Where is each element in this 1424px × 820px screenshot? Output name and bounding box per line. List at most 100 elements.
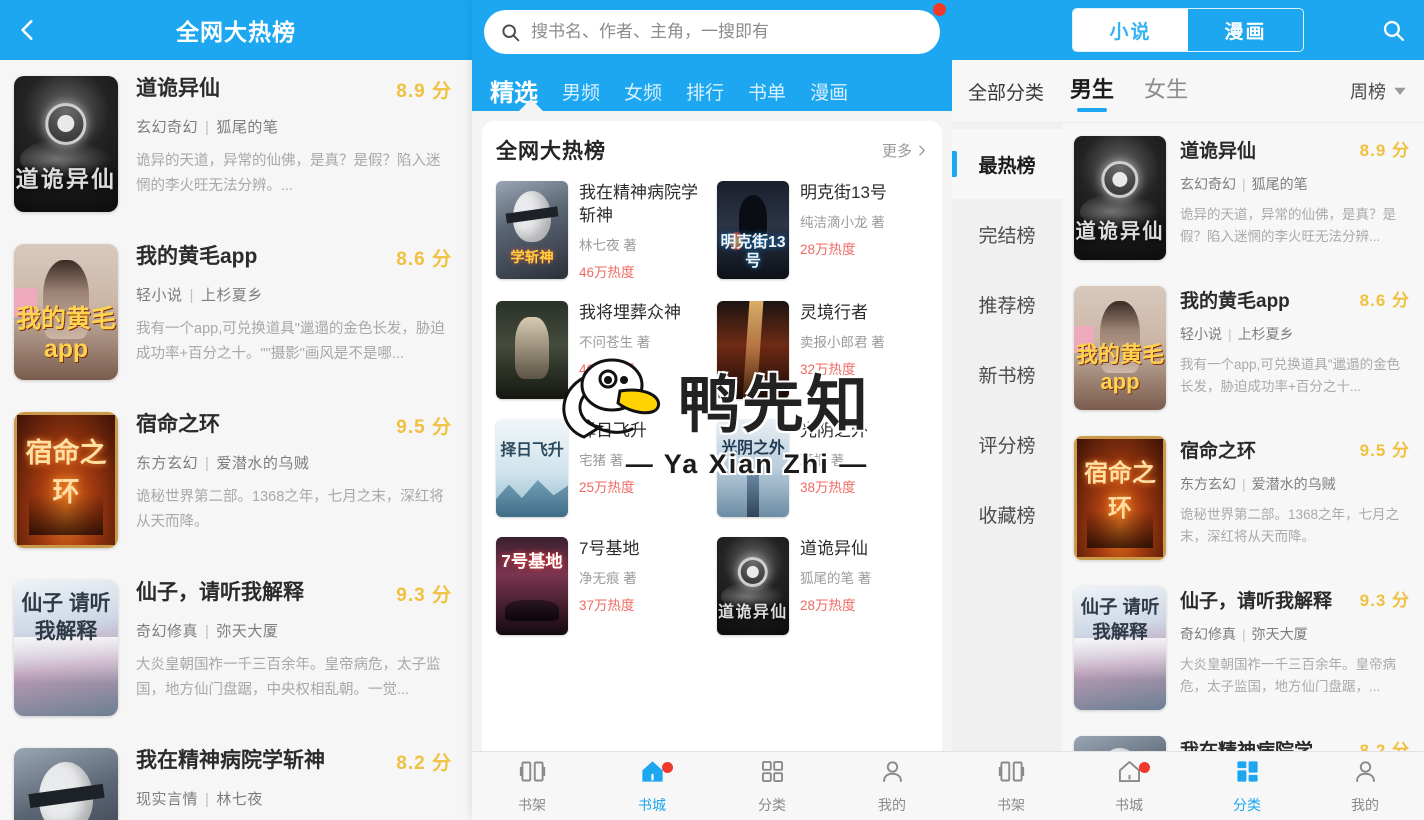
center-nav-分类[interactable]: 分类 [712, 758, 832, 815]
right-search-button[interactable] [1381, 0, 1406, 60]
book-cover[interactable]: 择日飞升 [496, 419, 568, 517]
hot-list-item[interactable]: 学斩神 我在精神病院学斩神 林七夜 著 46万热度 [496, 173, 707, 289]
right-nav-书架[interactable]: 书架 [952, 758, 1070, 815]
hot-list-item[interactable]: 道诡异仙 道诡异仙 狐尾的笔 著 28万热度 [717, 529, 928, 643]
book-cover[interactable]: 仙子 请听我解释 [14, 580, 118, 716]
hot-list-item[interactable]: 光阴之外 光阴之外 耳根 著 38万热度 [717, 411, 928, 525]
rank-tab-4[interactable]: 评分榜 [952, 409, 1062, 479]
user-icon [1352, 758, 1379, 790]
book-cover[interactable]: 我的黄毛app [1074, 286, 1166, 410]
book-description: 诡异的天道，异常的仙佛，是真？是假？陷入迷惘的李火旺无法分辨。... [136, 153, 441, 194]
rank-tab-3[interactable]: 新书榜 [952, 339, 1062, 409]
cover-title-text: 道诡异仙 [1075, 220, 1165, 243]
book-cover[interactable]: 道诡异仙 [1074, 136, 1166, 260]
gender-tab-male[interactable]: 男生 [1070, 72, 1114, 110]
book-cover[interactable]: 仙子 请听我解释 [1074, 586, 1166, 710]
book-cover[interactable] [717, 301, 789, 399]
period-selector[interactable]: 周榜 [1350, 78, 1408, 104]
gender-tab-female[interactable]: 女生 [1144, 72, 1188, 110]
book-score: 9.5 分 [396, 417, 452, 438]
hot-list-more-button[interactable]: 更多 [882, 140, 928, 161]
book-cover[interactable]: 道诡异仙 [717, 537, 789, 635]
book-cover[interactable]: 我的黄毛app [14, 244, 118, 380]
left-book-item[interactable]: 学斩神我在精神病院学斩神 8.2 分现实言情|林七夜 [0, 732, 472, 820]
hot-list-item[interactable]: 灵境行者 卖报小郎君 著 32万热度 [717, 293, 928, 407]
all-categories-button[interactable]: 全部分类 [968, 78, 1044, 105]
book-heat: 37万热度 [579, 598, 635, 613]
right-book-item[interactable]: 仙子 请听我解释 仙子，请听我解释 9.3 分奇幻修真 | 弥天大厦 大炎皇朝国祚一千三百… [1062, 573, 1424, 723]
right-book-item[interactable]: 宿命之环 宿命之环 9.5 分东方玄幻 | 爱潜水的乌贼 诡秘世界第二部。1368之年，七… [1062, 423, 1424, 573]
book-cover[interactable]: 学斩神 [496, 181, 568, 279]
left-book-item[interactable]: 宿命之环 宿命之环 9.5 分东方玄幻 | 爱潜水的乌贼 诡秘世界第二部。1368之年，七… [0, 396, 472, 564]
book-cover[interactable] [496, 301, 568, 399]
hot-list-item[interactable]: 我将埋葬众神 不问苍生 著 40万热度 [496, 293, 707, 407]
content-type-toggle[interactable]: 小说 漫画 [1072, 8, 1304, 52]
search-box[interactable] [484, 3, 946, 54]
toggle-小说[interactable]: 小说 [1073, 9, 1188, 51]
nav-label: 分类 [758, 796, 786, 813]
book-score: 8.6 分 [1359, 291, 1410, 310]
left-top-bar: 全网大热榜 [0, 0, 472, 60]
book-score: 8.9 分 [396, 81, 452, 102]
center-tab-1[interactable]: 男频 [550, 77, 612, 111]
book-description: 大炎皇朝国祚一千三百余年。皇帝病危，太子监国，地方仙门盘踞，... [1180, 657, 1396, 694]
hot-list-item[interactable]: 明克街13号 明克街13号 纯洁滴小龙 著 28万热度 [717, 173, 928, 289]
bookshelf-icon [998, 758, 1025, 790]
cover-title-text: 我的黄毛app [1075, 342, 1165, 395]
hot-list-item[interactable]: 择日飞升 择日飞升 宅猪 著 25万热度 [496, 411, 707, 525]
rank-tab-2[interactable]: 推荐榜 [952, 269, 1062, 339]
center-tab-4[interactable]: 书单 [736, 77, 798, 111]
book-cover[interactable]: 7号基地 [496, 537, 568, 635]
right-nav-我的[interactable]: 我的 [1306, 758, 1424, 815]
book-cover-art: 7号基地 [496, 537, 568, 635]
center-nav-我的[interactable]: 我的 [832, 758, 952, 815]
right-book-item[interactable]: 学斩神我在精神病院学...8.2 分现实言情|林七夜 [1062, 723, 1424, 753]
left-book-item[interactable]: 我的黄毛app 我的黄毛app 8.6 分轻小说 | 上杉夏乡 我有一个app,可兑换道具… [0, 228, 472, 396]
rank-tab-0[interactable]: 最热榜 [952, 129, 1062, 199]
center-tab-5[interactable]: 漫画 [798, 77, 860, 111]
grid-icon [759, 758, 786, 790]
book-meta: 轻小说 | 上杉夏乡 [136, 287, 263, 304]
right-book-item[interactable]: 道诡异仙 道诡异仙 8.9 分玄幻奇幻 | 狐尾的笔 诡异的天道，异常的仙佛，是真？是假？… [1062, 123, 1424, 273]
book-cover[interactable]: 宿命之环 [1074, 436, 1166, 560]
book-cover[interactable]: 学斩神 [14, 748, 118, 820]
left-book-item[interactable]: 道诡异仙 道诡异仙 8.9 分玄幻奇幻 | 狐尾的笔 诡异的天道，异常的仙佛，是真？是假？… [0, 60, 472, 228]
book-author: 不问苍生 著 [579, 335, 651, 350]
book-score: 9.3 分 [1359, 591, 1410, 610]
nav-label: 书架 [997, 796, 1025, 813]
book-meta: 轻小说 | 上杉夏乡 [1180, 326, 1294, 342]
book-cover-art [496, 301, 568, 399]
book-cover[interactable]: 宿命之环 [14, 412, 118, 548]
back-button[interactable] [0, 0, 56, 60]
book-info: 道诡异仙 狐尾的笔 著 28万热度 [789, 537, 928, 635]
cover-title-text: 明克街13号 [720, 234, 786, 271]
book-cover[interactable]: 道诡异仙 [14, 76, 118, 212]
book-title: 仙子，请听我解释 [1180, 591, 1333, 612]
book-cover-art: 明克街13号 [717, 181, 789, 279]
center-tab-3[interactable]: 排行 [674, 77, 736, 111]
right-book-item[interactable]: 我的黄毛app 我的黄毛app 8.6 分轻小说 | 上杉夏乡 我有一个app,可兑换道具… [1062, 273, 1424, 423]
book-cover-art: 宿命之环 [1074, 436, 1166, 560]
book-cover[interactable]: 光阴之外 [717, 419, 789, 517]
left-book-item[interactable]: 仙子 请听我解释 仙子，请听我解释 9.3 分奇幻修真 | 弥天大厦 大炎皇朝国祚一千三百… [0, 564, 472, 732]
rank-tab-5[interactable]: 收藏榜 [952, 479, 1062, 549]
book-meta: 玄幻奇幻 | 狐尾的笔 [1180, 176, 1308, 192]
right-nav-分类[interactable]: 分类 [1188, 758, 1306, 815]
center-tab-bar: 精选 男频 女频 排行 书单 漫画 [472, 54, 952, 112]
center-search-bar-area [472, 0, 952, 54]
book-author: 卖报小郎君 著 [800, 335, 885, 350]
center-tab-2[interactable]: 女频 [612, 77, 674, 111]
book-author: 纯洁滴小龙 著 [800, 215, 885, 230]
center-nav-书架[interactable]: 书架 [472, 758, 592, 815]
right-nav-书城[interactable]: 书城 [1070, 758, 1188, 815]
right-filter-bar: 全部分类 男生 女生 周榜 [952, 60, 1424, 123]
center-nav-书城[interactable]: 书城 [592, 758, 712, 815]
toggle-漫画[interactable]: 漫画 [1188, 9, 1303, 51]
hot-list-item[interactable]: 7号基地 7号基地 净无痕 著 37万热度 [496, 529, 707, 643]
app-screenshot: 全网大热榜 道诡异仙 道诡异仙 8.9 分玄幻奇幻 | 狐尾的笔 诡异的天道，异常的仙佛，… [0, 0, 1424, 820]
book-info: 我在精神病院学斩神 8.2 分现实言情 | 林七夜 [118, 748, 452, 820]
rank-tab-1[interactable]: 完结榜 [952, 199, 1062, 269]
search-input[interactable] [529, 21, 924, 43]
book-cover[interactable]: 明克街13号 [717, 181, 789, 279]
book-heat: 28万热度 [800, 242, 856, 257]
